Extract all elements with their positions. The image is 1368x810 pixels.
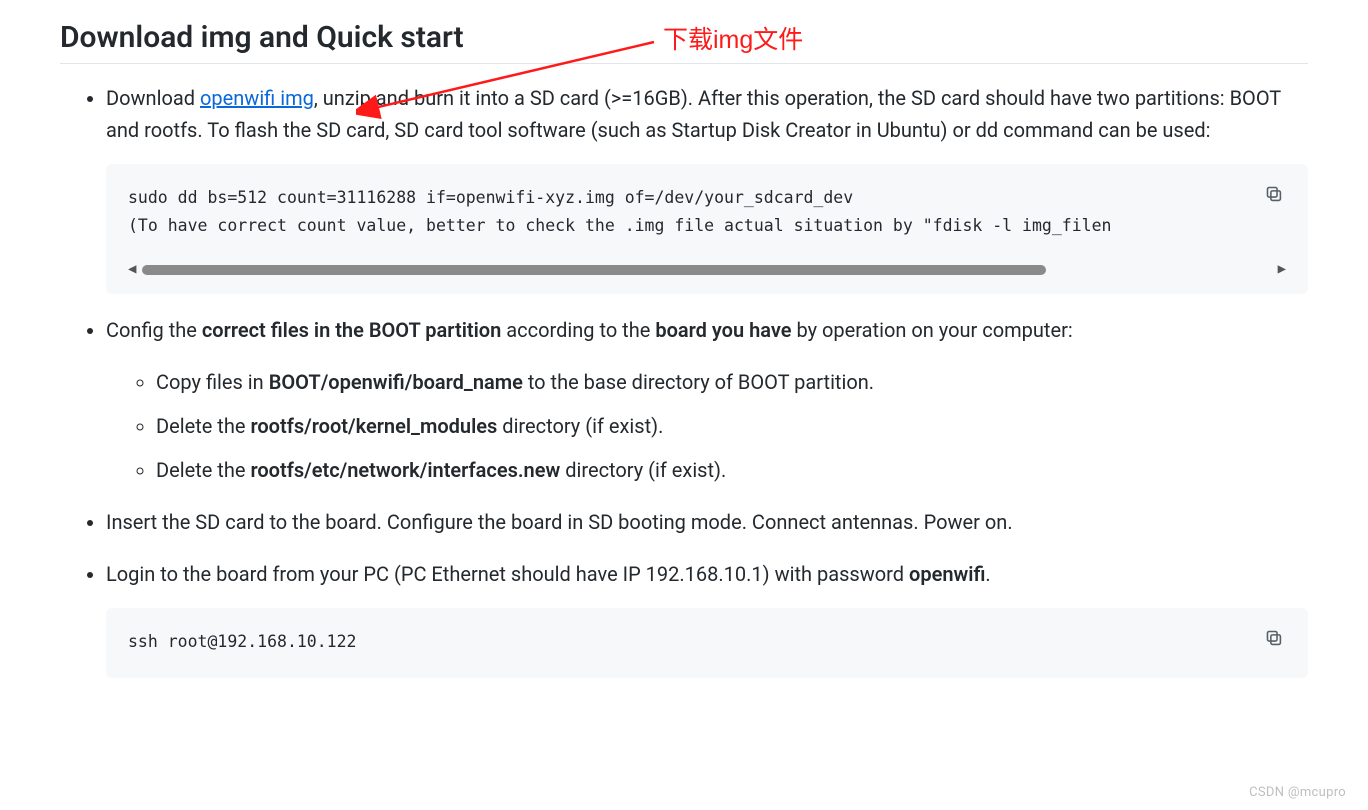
bold-text: BOOT/openwifi/board_name — [269, 370, 523, 394]
copy-icon — [1265, 185, 1283, 203]
list-item: Delete the rootfs/root/kernel_modules di… — [156, 410, 1308, 442]
text: Delete the — [156, 458, 250, 482]
list-item: Delete the rootfs/etc/network/interfaces… — [156, 454, 1308, 486]
text: directory (if exist). — [560, 458, 726, 482]
code-line: ssh root@192.168.10.122 — [128, 628, 1286, 656]
text: by operation on your computer: — [792, 318, 1073, 342]
annotation-text: 下载img文件 — [663, 20, 803, 56]
code-line: (To have correct count value, better to … — [128, 212, 1286, 240]
copy-button[interactable] — [1258, 622, 1290, 654]
instruction-list: Download openwifi img, unzip and burn it… — [60, 82, 1308, 678]
watermark: CSDN @mcupro — [1249, 785, 1346, 800]
text: according to the — [501, 318, 655, 342]
list-item: Config the correct files in the BOOT par… — [106, 314, 1308, 486]
scroll-left-arrow[interactable]: ◀ — [128, 258, 136, 282]
text: Delete the — [156, 414, 250, 438]
list-item: Insert the SD card to the board. Configu… — [106, 506, 1308, 538]
bold-text: rootfs/etc/network/interfaces.new — [250, 458, 560, 482]
text: Copy files in — [156, 370, 269, 394]
text: . — [985, 562, 990, 586]
code-line: sudo dd bs=512 count=31116288 if=openwif… — [128, 184, 1286, 212]
scroll-track[interactable] — [142, 265, 1271, 275]
scroll-right-arrow[interactable]: ▶ — [1278, 258, 1286, 282]
bold-text: correct files in the BOOT partition — [202, 318, 501, 342]
list-item: Download openwifi img, unzip and burn it… — [106, 82, 1308, 294]
bold-text: board you have — [655, 318, 791, 342]
bold-text: openwifi — [909, 562, 985, 586]
copy-icon — [1265, 629, 1283, 647]
scroll-thumb[interactable] — [142, 265, 1045, 275]
copy-button[interactable] — [1258, 178, 1290, 210]
text: to the base directory of BOOT partition. — [523, 370, 874, 394]
list-item: Copy files in BOOT/openwifi/board_name t… — [156, 366, 1308, 398]
text: Config the — [106, 318, 202, 342]
sub-list: Copy files in BOOT/openwifi/board_name t… — [106, 366, 1308, 486]
horizontal-scrollbar[interactable]: ◀ ▶ — [128, 258, 1286, 282]
code-block-dd: sudo dd bs=512 count=31116288 if=openwif… — [106, 164, 1308, 294]
list-item: Login to the board from your PC (PC Ethe… — [106, 558, 1308, 678]
text: directory (if exist). — [497, 414, 663, 438]
text: Login to the board from your PC (PC Ethe… — [106, 562, 909, 586]
code-block-ssh: ssh root@192.168.10.122 — [106, 608, 1308, 678]
annotation-arrow — [356, 30, 666, 120]
text: Download — [106, 86, 200, 110]
openwifi-img-link[interactable]: openwifi img — [200, 86, 314, 110]
bold-text: rootfs/root/kernel_modules — [250, 414, 497, 438]
